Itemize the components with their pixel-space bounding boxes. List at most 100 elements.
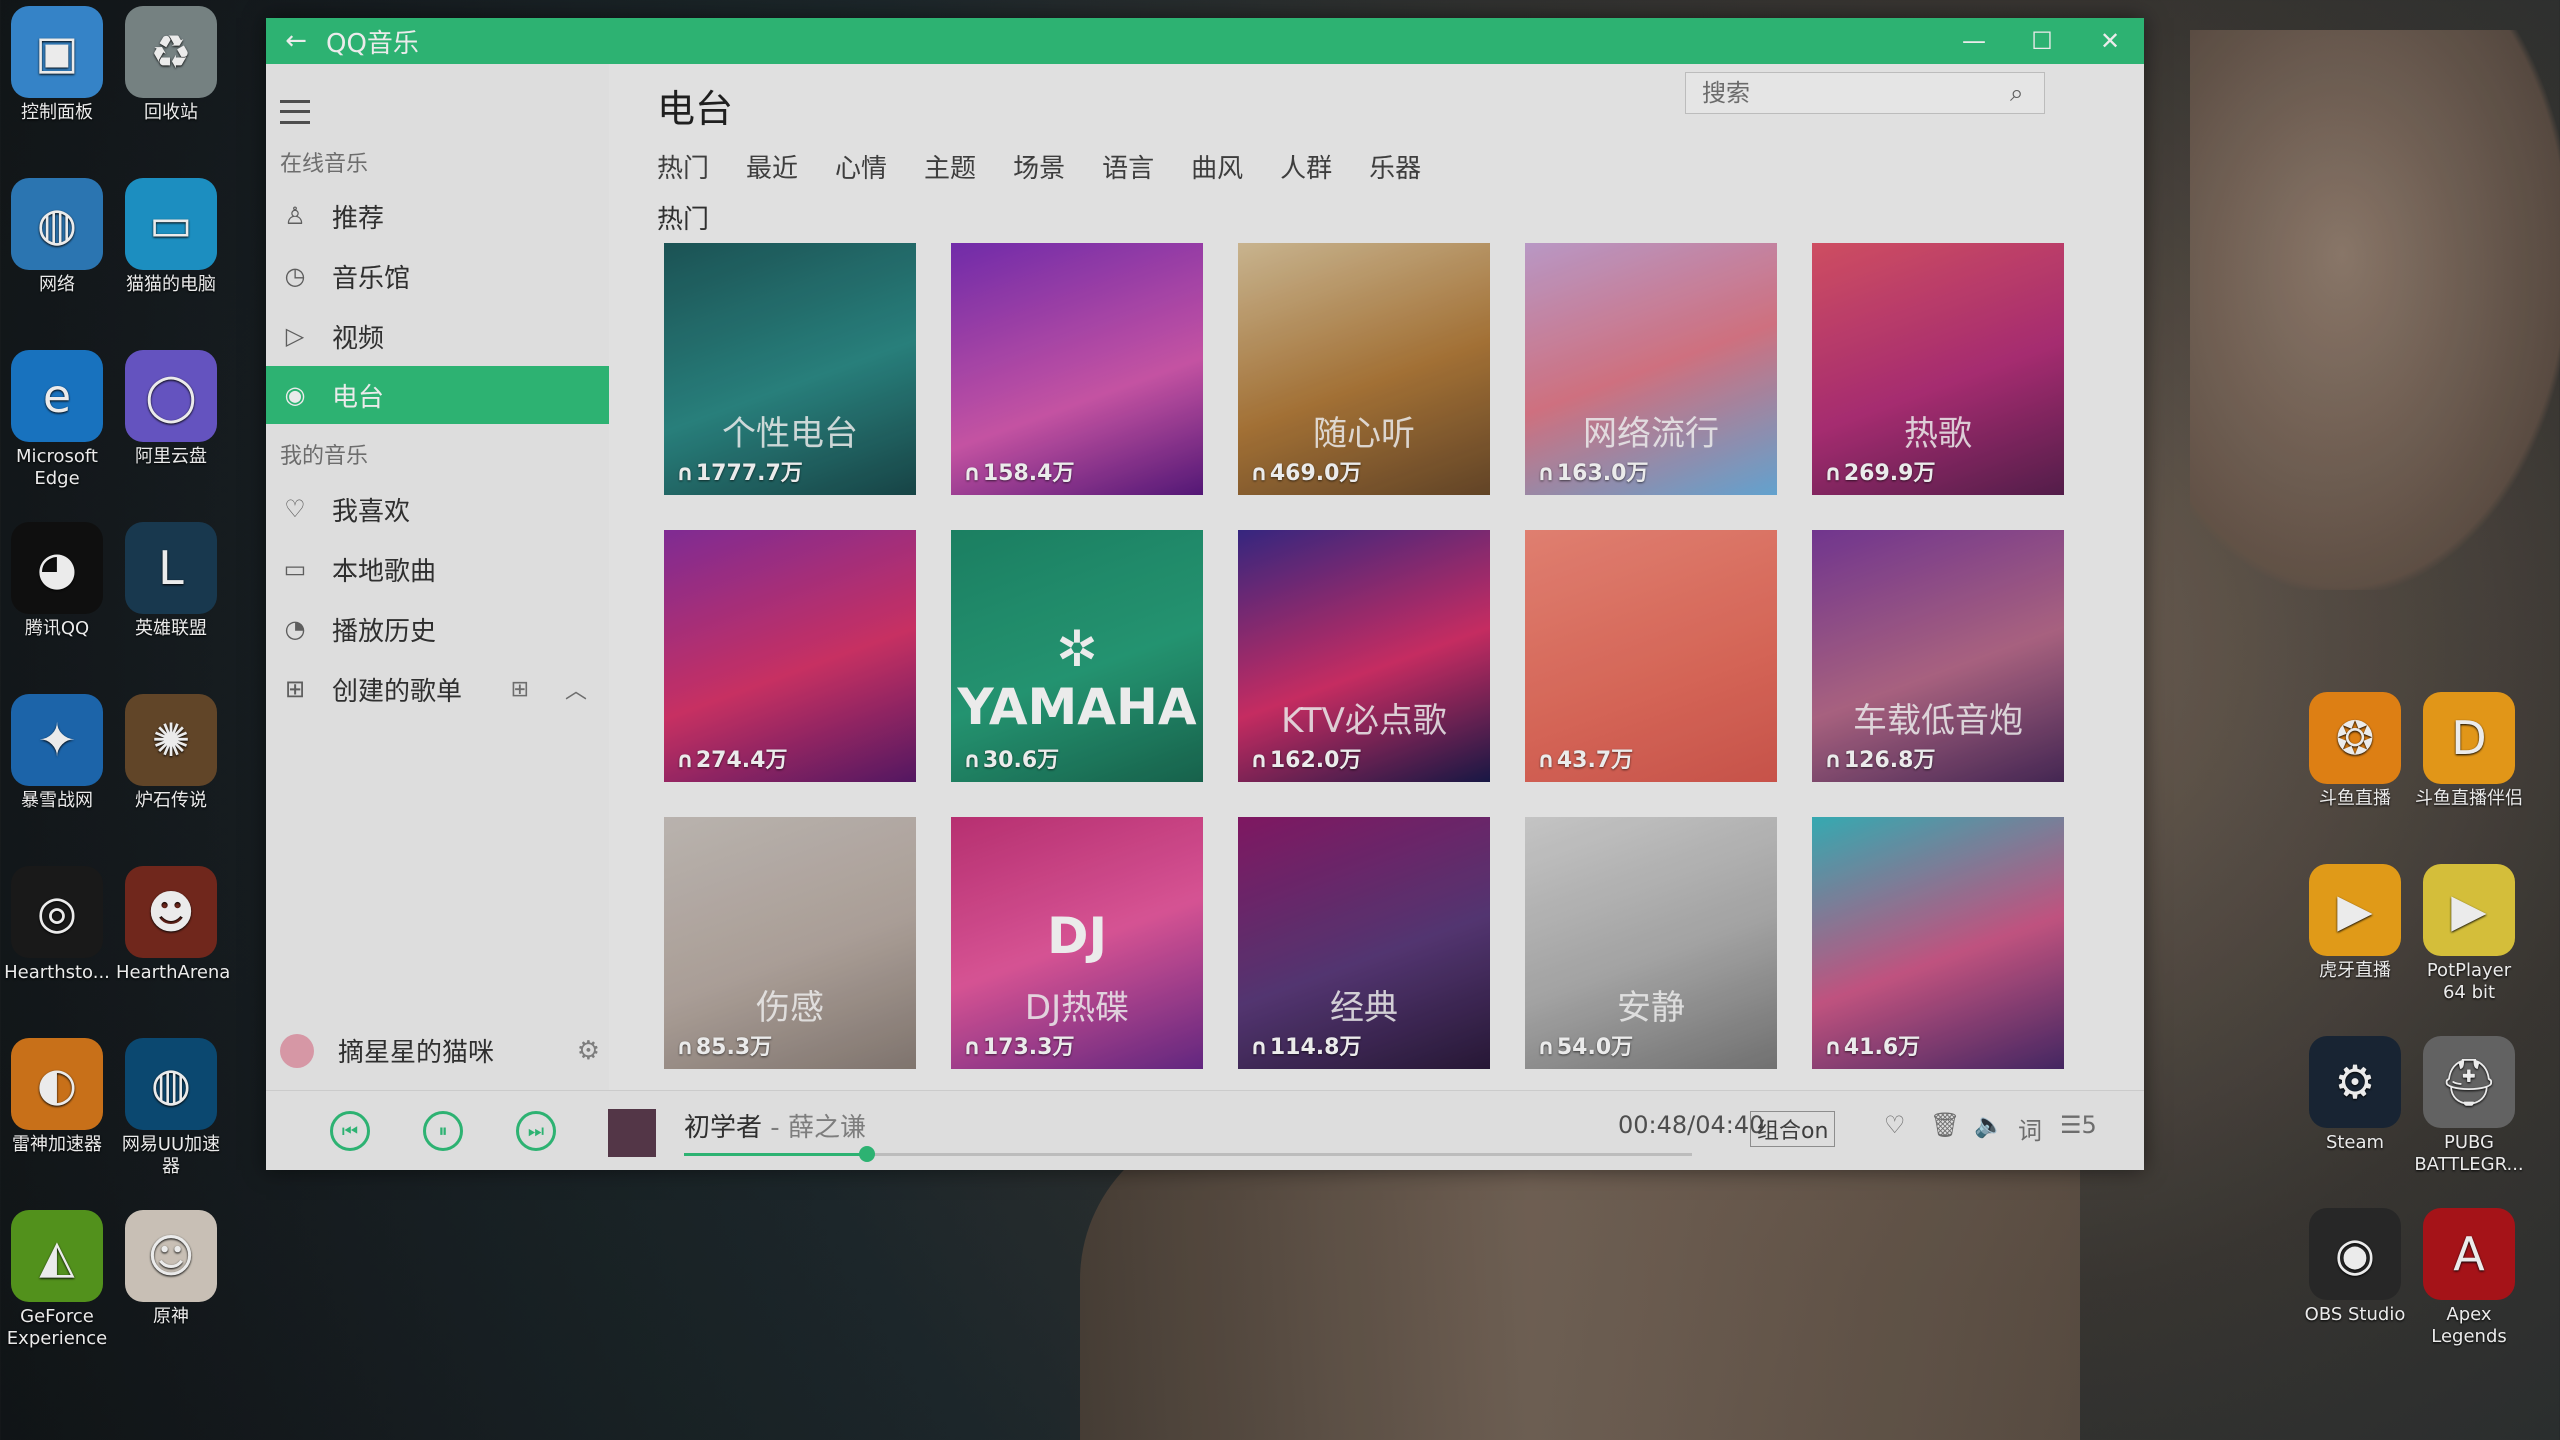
app-icon: ✺ [125, 694, 217, 786]
title-bar[interactable]: ← QQ音乐 — ☐ ✕ [266, 18, 2144, 64]
desktop-icon[interactable]: ◐ 雷神加速器 [2, 1038, 112, 1156]
sidebar-item-recommend[interactable]: ♙ 推荐 [266, 187, 609, 245]
desktop-icon[interactable]: ✺ 炉石传说 [116, 694, 226, 812]
tab-8[interactable]: 乐器 [1369, 148, 1421, 185]
desktop-icon[interactable]: ☺ 原神 [116, 1210, 226, 1328]
desktop-icon[interactable]: L 英雄联盟 [116, 522, 226, 640]
desktop-icon[interactable]: ◍ 网易UU加速器 [116, 1038, 226, 1178]
desktop-icon[interactable]: ◉ OBS Studio [2300, 1208, 2410, 1326]
gear-icon[interactable]: ⚙ [577, 1036, 600, 1066]
artist-name[interactable]: 薛之谦 [788, 1113, 866, 1143]
desktop-icon[interactable]: ◕ 腾讯QQ [2, 522, 112, 640]
radio-card[interactable]: 41.6万 [1812, 817, 2064, 1069]
sidebar-item-history[interactable]: ◔ 播放历史 [266, 600, 609, 658]
desktop-icon[interactable]: ◎ Hearthsto... [2, 866, 112, 984]
category-tabs: 热门 最近 心情 主题 场景 语言 曲风 人群 乐器 [657, 148, 1458, 185]
desktop-icon[interactable]: A Apex Legends [2414, 1208, 2524, 1348]
album-cover[interactable] [608, 1109, 656, 1157]
card-name: 个性电台 [722, 414, 858, 454]
radio-card[interactable]: ✲ YAMAHA 30.6万 [951, 530, 1203, 782]
heart-icon: ♡ [284, 495, 306, 523]
sidebar-item-created-playlists[interactable]: ⊞ 创建的歌单 ⊞ ︿ [266, 660, 609, 718]
listener-count: 41.6万 [1824, 1029, 1920, 1061]
sidebar-item-radio[interactable]: ◉ 电台 [266, 366, 609, 424]
back-arrow-icon[interactable]: ← [266, 26, 326, 56]
tab-1[interactable]: 最近 [746, 148, 798, 185]
user-icon: ♙ [284, 202, 306, 230]
avatar[interactable] [280, 1033, 314, 1068]
radio-card[interactable]: 274.4万 [664, 530, 916, 782]
tab-4[interactable]: 场景 [1013, 148, 1065, 185]
desktop-icon-label: GeForce Experience [6, 1306, 108, 1349]
desktop-icon[interactable]: ♻ 回收站 [116, 6, 226, 124]
tab-6[interactable]: 曲风 [1191, 148, 1243, 185]
pause-icon[interactable]: ⏸ [423, 1111, 463, 1151]
like-icon[interactable]: ♡ [1884, 1111, 1906, 1139]
desktop-icon-label: 英雄联盟 [135, 618, 207, 639]
radio-card[interactable]: 热歌269.9万 [1812, 243, 2064, 495]
song-title[interactable]: 初学者 [684, 1113, 762, 1143]
radio-card[interactable]: 158.4万 [951, 243, 1203, 495]
maximize-icon[interactable]: ☐ [2008, 27, 2076, 55]
sidebar-item-music-hall[interactable]: ◷ 音乐馆 [266, 247, 609, 305]
tab-0[interactable]: 热门 [657, 148, 709, 185]
listener-count: 469.0万 [1250, 455, 1362, 487]
qq-music-window: ← QQ音乐 — ☐ ✕ 在线音乐 ♙ 推荐 ◷ 音乐馆 ▷ 视频 ◉ 电台 我… [266, 18, 2144, 1170]
radio-card[interactable]: 安静54.0万 [1525, 817, 1777, 1069]
desktop-icon[interactable]: ⚙ Steam [2300, 1036, 2410, 1154]
progress-bar[interactable] [684, 1146, 1692, 1162]
radio-card[interactable]: 车载低音炮126.8万 [1812, 530, 2064, 782]
minimize-icon[interactable]: — [1940, 27, 2008, 55]
desktop-icon[interactable]: ▶ PotPlayer 64 bit [2414, 864, 2524, 1004]
radio-card[interactable]: KTV必点歌162.0万 [1238, 530, 1490, 782]
desktop-icon[interactable]: ◯ 阿里云盘 [116, 350, 226, 468]
sidebar-item-local-songs[interactable]: ▭ 本地歌曲 [266, 540, 609, 598]
radio-card[interactable]: 随心听469.0万 [1238, 243, 1490, 495]
delete-icon[interactable]: 🗑 [1930, 1111, 1960, 1139]
desktop-icon[interactable]: ◭ GeForce Experience [2, 1210, 112, 1350]
radio-card[interactable]: 经典114.8万 [1238, 817, 1490, 1069]
desktop-icon[interactable]: ▶ 虎牙直播 [2300, 864, 2410, 982]
tab-3[interactable]: 主题 [924, 148, 976, 185]
volume-icon[interactable]: 🔈 [1974, 1111, 2004, 1139]
user-profile[interactable]: 摘星星的猫咪 ⚙ [280, 1032, 600, 1069]
sidebar-item-favorites[interactable]: ♡ 我喜欢 [266, 480, 609, 538]
desktop-icon[interactable]: ✦ 暴雪战网 [2, 694, 112, 812]
next-icon[interactable]: ⏭ [516, 1111, 556, 1151]
sidebar-item-label: 视频 [332, 323, 385, 354]
card-name: 经典 [1330, 988, 1398, 1028]
tab-7[interactable]: 人群 [1280, 148, 1332, 185]
progress-handle[interactable] [859, 1146, 876, 1162]
add-playlist-icon[interactable]: ⊞ [511, 677, 529, 702]
desktop-icon[interactable]: ☻ HearthArena [116, 866, 230, 984]
tab-2[interactable]: 心情 [835, 148, 887, 185]
search-icon[interactable]: ⌕ [2010, 79, 2044, 107]
radio-card[interactable]: DJ DJ热碟173.3万 [951, 817, 1203, 1069]
tab-5[interactable]: 语言 [1102, 148, 1154, 185]
desktop-icon[interactable]: ▭ 猫猫的电脑 [116, 178, 226, 296]
hamburger-menu-icon[interactable] [280, 100, 310, 124]
desktop-icon[interactable]: ⛑ PUBG BATTLEGR... [2414, 1036, 2524, 1176]
radio-card[interactable]: 伤感85.3万 [664, 817, 916, 1069]
radio-card[interactable]: 43.7万 [1525, 530, 1777, 782]
mode-toggle[interactable]: 组合on [1750, 1111, 1836, 1147]
lyrics-button[interactable]: 词 [2018, 1111, 2042, 1146]
sidebar-item-video[interactable]: ▷ 视频 [266, 307, 609, 365]
playlist-button[interactable]: ☰5 [2060, 1111, 2097, 1139]
sidebar-item-label: 播放历史 [332, 616, 437, 647]
search-input[interactable] [1700, 78, 2010, 108]
listener-count: 173.3万 [963, 1029, 1075, 1061]
desktop-icon[interactable]: e Microsoft Edge [2, 350, 112, 490]
desktop-icon[interactable]: ▣ 控制面板 [2, 6, 112, 124]
desktop-icon-label: 暴雪战网 [21, 790, 93, 811]
collapse-icon[interactable]: ︿ [565, 673, 587, 705]
desktop-icon[interactable]: D 斗鱼直播伴侣 [2414, 692, 2524, 810]
app-icon: ❂ [2309, 692, 2401, 784]
previous-icon[interactable]: ⏮ [330, 1111, 370, 1151]
close-icon[interactable]: ✕ [2076, 27, 2144, 55]
desktop-icon[interactable]: ❂ 斗鱼直播 [2300, 692, 2410, 810]
desktop-icon[interactable]: ◍ 网络 [2, 178, 112, 296]
radio-card[interactable]: 网络流行163.0万 [1525, 243, 1777, 495]
radio-card[interactable]: 个性电台1777.7万 [664, 243, 916, 495]
search-box[interactable]: ⌕ [1685, 72, 2045, 114]
